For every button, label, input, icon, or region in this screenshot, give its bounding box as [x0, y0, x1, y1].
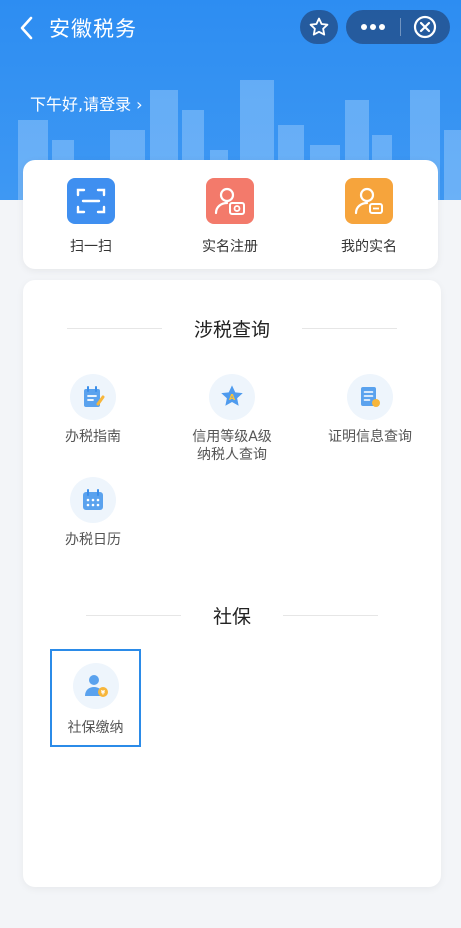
- divider-line: [85, 614, 181, 616]
- quick-action-label: 我的实名: [341, 239, 397, 255]
- service-certificate-query[interactable]: 证明信息查询: [300, 374, 440, 446]
- service-social-security-payment[interactable]: ¥ 社保缴纳: [50, 649, 141, 747]
- service-label: 办税日历: [65, 532, 121, 548]
- user-coin-icon: ¥: [72, 663, 119, 709]
- divider-line: [283, 614, 378, 616]
- svg-text:A: A: [229, 392, 236, 402]
- service-tax-calendar[interactable]: 办税日历: [23, 477, 163, 549]
- login-greeting-link[interactable]: 下午好,请登录 ›: [30, 91, 143, 115]
- section-header-social-security: 社保: [23, 600, 441, 630]
- calendar-icon: [70, 477, 116, 523]
- more-button[interactable]: [346, 10, 400, 44]
- camera-user-icon: [206, 178, 254, 224]
- service-tax-guide[interactable]: 办税指南: [23, 374, 163, 446]
- service-label-line: 纳税人查询: [196, 447, 267, 463]
- divider-line: [66, 327, 162, 329]
- top-nav-bar: 安徽税务: [0, 0, 461, 58]
- service-label: 证明信息查询: [328, 429, 412, 445]
- section-title: 社保: [212, 605, 251, 628]
- scan-icon: [67, 178, 115, 224]
- service-label: 社保缴纳: [67, 720, 124, 736]
- services-card: 涉税查询 办税指南 A 信用等级A级 纳税人查询 证明信息查询 办税日历 社保: [23, 280, 441, 887]
- certificate-icon: [347, 374, 393, 420]
- quick-actions-card: 扫一扫 实名注册 我的实名: [23, 160, 438, 269]
- close-circle-icon: [413, 15, 437, 39]
- back-arrow-icon[interactable]: [14, 14, 38, 42]
- guide-icon: [70, 374, 116, 420]
- section-header-tax-query: 涉税查询: [23, 313, 441, 343]
- service-label: 办税指南: [65, 429, 121, 445]
- section-title: 涉税查询: [193, 318, 270, 341]
- quick-action-register[interactable]: 实名注册: [175, 178, 285, 256]
- quick-action-label: 实名注册: [202, 239, 258, 255]
- star-a-icon: A: [209, 374, 255, 420]
- more-dots-icon: [361, 24, 385, 30]
- quick-action-scan[interactable]: 扫一扫: [36, 178, 146, 256]
- quick-action-my-realname[interactable]: 我的实名: [314, 178, 424, 256]
- service-label: 信用等级A级 纳税人查询: [192, 428, 272, 464]
- user-card-icon: [345, 178, 393, 224]
- close-button[interactable]: [401, 10, 449, 44]
- service-label-line: 信用等级A级: [192, 429, 272, 445]
- star-outline-icon: [309, 17, 329, 36]
- service-credit-a-taxpayer[interactable]: A 信用等级A级 纳税人查询: [162, 374, 302, 464]
- quick-action-label: 扫一扫: [70, 239, 112, 255]
- favorite-button[interactable]: [300, 10, 338, 44]
- divider-line: [302, 327, 397, 329]
- page-title: 安徽税务: [49, 17, 137, 41]
- mini-program-capsule: [346, 10, 450, 44]
